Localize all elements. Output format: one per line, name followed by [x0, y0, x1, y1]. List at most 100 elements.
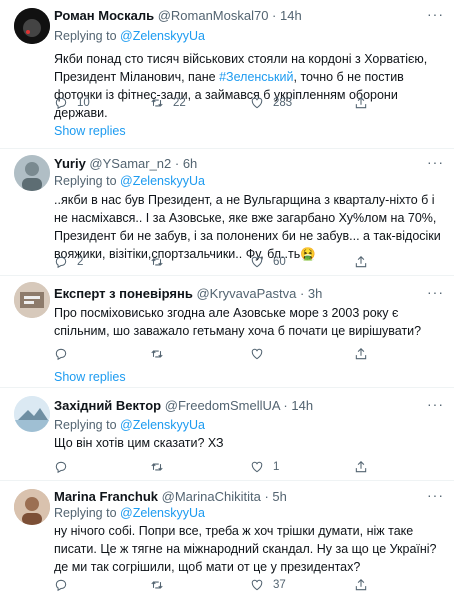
show-replies-link[interactable]: Show replies: [54, 370, 126, 384]
share-button[interactable]: [354, 96, 377, 110]
avatar-image: [14, 396, 50, 432]
tweet-header: Marina Franchuk @MarinaChikitita · 5h: [54, 489, 287, 505]
tweet[interactable]: Роман Москаль @RomanMoskal70 · 14h ··· R…: [0, 0, 454, 148]
replying-to-label: Replying to: [54, 506, 117, 520]
like-count: 1: [273, 461, 280, 473]
reply-button[interactable]: [54, 578, 77, 592]
share-icon: [355, 461, 367, 473]
retweet-button[interactable]: [150, 578, 173, 592]
avatar-image: [14, 155, 50, 191]
reply-button[interactable]: [54, 347, 77, 361]
tweet[interactable]: Експерт з поневірянь @KryvavaPastva · 3h…: [0, 276, 454, 386]
retweet-count: 22: [173, 97, 186, 109]
like-icon: [251, 348, 263, 360]
reply-icon: [55, 348, 67, 361]
hashtag-link[interactable]: #Зеленський: [219, 70, 293, 84]
share-button[interactable]: [354, 460, 377, 474]
tweet-text: Про посміховисько згодна але Азовське мо…: [54, 306, 422, 338]
display-name[interactable]: Експерт з поневірянь: [54, 286, 193, 301]
more-icon[interactable]: ···: [427, 284, 444, 300]
share-icon: [355, 579, 367, 591]
avatar-image: [14, 282, 50, 318]
reply-icon: [55, 97, 67, 110]
tweet-header: Роман Москаль @RomanMoskal70 · 14h: [54, 8, 302, 24]
tweet-header: Експерт з поневірянь @KryvavaPastva · 3h: [54, 286, 322, 302]
like-button[interactable]: 37: [250, 578, 286, 592]
action-bar: [54, 347, 434, 363]
avatar[interactable]: [14, 489, 50, 525]
handle-and-time[interactable]: @KryvavaPastva · 3h: [196, 286, 322, 301]
action-bar: 10 22 283: [54, 96, 434, 112]
share-icon: [355, 348, 367, 360]
avatar[interactable]: [14, 282, 50, 318]
like-icon: [251, 256, 263, 268]
more-icon[interactable]: ···: [427, 154, 444, 170]
reply-count: 10: [77, 97, 90, 109]
share-button[interactable]: [354, 578, 377, 592]
reply-icon: [55, 579, 67, 592]
share-button[interactable]: [354, 347, 377, 361]
like-icon: [251, 97, 263, 109]
tweet-text: Що він хотів цим сказати? ХЗ: [54, 436, 224, 450]
like-count: 37: [273, 579, 286, 591]
like-count: 60: [273, 256, 286, 268]
replying-to: Replying to @ZelenskyyUa: [54, 417, 205, 433]
avatar-image: [14, 8, 50, 44]
retweet-button[interactable]: [150, 347, 173, 361]
action-bar: 37: [54, 578, 434, 594]
replying-to-label: Replying to: [54, 418, 117, 432]
like-button[interactable]: [250, 347, 273, 361]
like-icon: [251, 461, 263, 473]
replying-to: Replying to @ZelenskyyUa: [54, 505, 205, 521]
retweet-button[interactable]: [150, 255, 173, 269]
tweet-header: Yuriy @YSamar_n2 · 6h: [54, 156, 197, 172]
like-button[interactable]: 283: [250, 96, 292, 110]
replying-to-label: Replying to: [54, 174, 117, 188]
reply-icon: [55, 461, 67, 474]
action-bar: 1: [54, 460, 434, 476]
display-name[interactable]: Yuriy: [54, 156, 86, 171]
avatar[interactable]: [14, 8, 50, 44]
tweet[interactable]: Західний Вектор @FreedomSmellUA · 14h ··…: [0, 388, 454, 480]
tweet-header: Західний Вектор @FreedomSmellUA · 14h: [54, 398, 313, 414]
replying-to: Replying to @ZelenskyyUa: [54, 28, 205, 44]
mention-link[interactable]: @ZelenskyyUa: [120, 418, 205, 432]
more-icon[interactable]: ···: [427, 396, 444, 412]
display-name[interactable]: Marina Franchuk: [54, 489, 158, 504]
mention-link[interactable]: @ZelenskyyUa: [120, 29, 205, 43]
share-icon: [355, 97, 367, 109]
handle-and-time[interactable]: @FreedomSmellUA · 14h: [165, 398, 313, 413]
reply-button[interactable]: [54, 460, 77, 474]
more-icon[interactable]: ···: [427, 6, 444, 22]
reply-button[interactable]: 10: [54, 96, 90, 110]
like-button[interactable]: 60: [250, 255, 286, 269]
avatar[interactable]: [14, 155, 50, 191]
tweet-text: ..якби в нас був Президент, а не Вульгар…: [54, 193, 441, 261]
show-replies-link[interactable]: Show replies: [54, 124, 126, 138]
tweet[interactable]: Yuriy @YSamar_n2 · 6h ··· Replying to @Z…: [0, 149, 454, 275]
action-bar: 2 60: [54, 255, 434, 271]
share-button[interactable]: [354, 255, 377, 269]
retweet-icon: [151, 350, 163, 358]
handle-and-time[interactable]: @MarinaChikitita · 5h: [162, 489, 287, 504]
tweet[interactable]: Marina Franchuk @MarinaChikitita · 5h ··…: [0, 481, 454, 600]
retweet-icon: [151, 258, 163, 266]
handle-and-time[interactable]: @YSamar_n2 · 6h: [89, 156, 197, 171]
handle-and-time[interactable]: @RomanMoskal70 · 14h: [158, 8, 302, 23]
like-count: 283: [273, 97, 293, 109]
share-icon: [355, 256, 367, 268]
mention-link[interactable]: @ZelenskyyUa: [120, 506, 205, 520]
avatar[interactable]: [14, 396, 50, 432]
more-icon[interactable]: ···: [427, 487, 444, 503]
display-name[interactable]: Роман Москаль: [54, 8, 154, 23]
tweet-text: ну нічого собі. Попри все, треба ж хоч т…: [54, 524, 437, 574]
reply-count: 2: [77, 256, 84, 268]
retweet-button[interactable]: [150, 460, 173, 474]
display-name[interactable]: Західний Вектор: [54, 398, 161, 413]
like-button[interactable]: 1: [250, 460, 279, 474]
reply-button[interactable]: 2: [54, 255, 83, 269]
replying-to-label: Replying to: [54, 29, 117, 43]
retweet-button[interactable]: 22: [150, 96, 186, 110]
reply-icon: [55, 256, 67, 269]
mention-link[interactable]: @ZelenskyyUa: [120, 174, 205, 188]
